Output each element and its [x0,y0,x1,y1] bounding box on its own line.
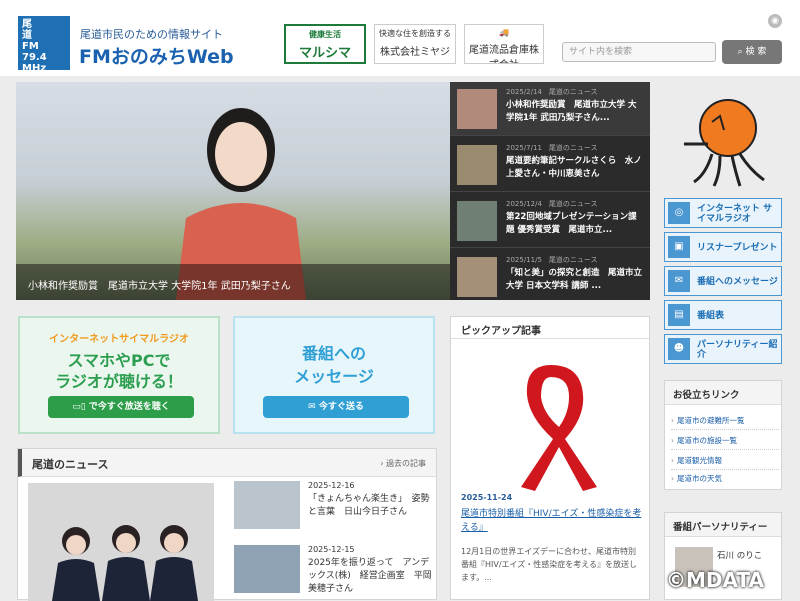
rss-icon[interactable]: ◉ [768,14,782,28]
news-date: 2025/11/5 尾道のニュース [506,256,598,264]
mascot-character [684,99,765,187]
schedule-icon: ▤ [668,304,690,326]
banner-main: 番組への メッセージ [294,344,374,386]
nav-personality[interactable]: ☻ パーソナリティー紹介 [664,334,782,364]
logo-line: 79.4 [22,52,47,63]
site-logo[interactable]: 尾 道 FM 79.4 MHz [18,16,70,74]
section-header: お役立ちリンク [665,381,781,405]
logo-line: 尾 [22,19,32,30]
site-title[interactable]: FMおのみちWeb [79,42,234,69]
news-main-photo[interactable] [28,483,214,601]
personality-name[interactable]: 石川 のりこ [717,549,762,561]
sponsor-banner-marushima[interactable]: 健康生活 マルシマ [284,24,366,64]
red-ribbon-image[interactable] [461,347,641,497]
banner-main: スマホやPCで ラジオが聴ける！ [55,351,183,391]
site-tagline: 尾道市民のための情報サイト [80,28,223,41]
news-thumbnail [234,545,300,593]
news-date: 2025-12-16 [308,481,355,490]
radio-icon: ◎ [668,202,690,224]
news-thumbnail [457,89,497,129]
news-thumbnail [457,201,497,241]
news-date: 2025-12-15 [308,545,355,554]
nav-label: 番組へのメッセージ [697,277,778,287]
useful-links-section: お役立ちリンク 尾道市の避難所一覧 尾道市の施設一覧 尾道観光情報 尾道市の天気 [664,380,782,490]
news-date: 2025/7/11 尾道のニュース [506,144,598,152]
pickup-date: 2025-11-24 [461,493,513,502]
send-now-button[interactable]: ✉ 今すぐ送る [263,396,409,418]
news-title: 小林和作奨励賞 尾道市立大学 大学院1年 武田乃梨子さん... [506,100,637,123]
search-button[interactable]: ⌕ 検 索 [722,40,782,64]
news-date: 2025/2/14 尾道のニュース [506,88,598,96]
news-thumbnail [234,481,300,529]
logo-line: FM [22,41,39,52]
useful-link[interactable]: 尾道市の天気 [671,469,779,488]
featured-news-item[interactable]: 2025/7/11 尾道のニュース 尾道要約筆記サークルさくら 水ノ上愛さん・中… [450,138,650,192]
sponsor-name: 尾道流品倉庫株式会社 [469,45,539,63]
nav-program-message[interactable]: ✉ 番組へのメッセージ [664,266,782,296]
sponsor-sub: 健康生活 [309,30,341,39]
people-icon: ☻ [668,338,690,360]
search-icon: ⌕ [737,47,746,57]
hero-caption[interactable]: 小林和作奨励賞 尾道市立大学 大学院1年 武田乃梨子さん [16,264,450,300]
featured-news-item[interactable]: 2025/12/4 尾道のニュース 第22回地域プレゼンテーション課題 優秀賞受… [450,194,650,248]
onomichi-news-section: 尾道のニュース › 過去の記事 2025-12-16 「きょんちゃん楽生き」 姿… [17,448,437,601]
useful-link[interactable]: 尾道市の施設一覧 [671,431,779,450]
section-header: 尾道のニュース › 過去の記事 [18,449,436,477]
section-title: ピックアップ記事 [461,326,541,337]
simul-radio-banner[interactable]: インターネットサイマルラジオ スマホやPCで ラジオが聴ける！ ▭▯ で今すぐ放送… [18,316,220,434]
nav-program-schedule[interactable]: ▤ 番組表 [664,300,782,330]
pc-icon: ▭▯ [72,402,89,412]
nav-label: 番組表 [697,311,725,321]
news-title: 「きょんちゃん楽生き」 姿勢と言葉 日山今日子さん [308,494,430,517]
logo-line: 道 [22,30,32,41]
truck-icon: 🚚 [499,28,509,37]
sponsor-banner-miyaji[interactable]: 快適な住を創造する 株式会社ミヤジ [374,24,456,64]
section-title: 番組パーソナリティー [673,522,768,533]
news-title: 2025年を振り返って アンデックス(株) 経営企画室 平岡美穂子さん [308,558,432,594]
sponsor-name: 株式会社ミヤジ [380,47,450,58]
nav-listener-present[interactable]: ▣ リスナープレゼント [664,232,782,262]
useful-link[interactable]: 尾道観光情報 [671,451,779,470]
mail-icon: ✉ [308,402,319,412]
archive-link[interactable]: › 過去の記事 [380,458,426,469]
section-title: 尾道のニュース [32,458,109,471]
featured-news-item[interactable]: 2025/2/14 尾道のニュース 小林和作奨励賞 尾道市立大学 大学院1年 武… [450,82,650,136]
useful-link[interactable]: 尾道市の避難所一覧 [671,411,779,430]
news-title: 「知と美」の探究と創造 尾道市立大学 日本文学科 講師 ... [506,268,642,291]
mail-icon: ✉ [668,270,690,292]
section-header: 番組パーソナリティー [665,513,781,537]
featured-news-item[interactable]: 2025/11/5 尾道のニュース 「知と美」の探究と創造 尾道市立大学 日本文… [450,250,650,304]
pickup-section: ピックアップ記事 2025-11-24 尾道市特別番組『HIV/エイズ・性感染症… [450,316,650,600]
sponsor-sub: 快適な住を創造する [379,29,451,38]
sponsor-name: マルシマ [298,46,351,61]
pickup-description: 12月1日の世界エイズデーに合わせ、尾道市特別番組『HIV/エイズ・性感染症を考… [461,547,638,582]
search-button-label: 検 索 [745,47,767,57]
section-title: お役立ちリンク [673,390,740,401]
nav-label: リスナープレゼント [697,243,778,253]
news-list-item[interactable]: 2025-12-15 2025年を振り返って アンデックス(株) 経営企画室 平… [232,545,432,595]
nav-simul-radio[interactable]: ◎ インターネット サイマルラジオ [664,198,782,228]
nav-label: インターネット サイマルラジオ [697,204,773,224]
gift-icon: ▣ [668,236,690,258]
news-thumbnail [457,145,497,185]
section-header: ピックアップ記事 [451,317,649,339]
news-title: 尾道要約筆記サークルさくら 水ノ上愛さん・中川恵美さん [506,156,642,179]
news-list-item[interactable]: 2025-12-16 「きょんちゃん楽生き」 姿勢と言葉 日山今日子さん [232,481,432,531]
featured-news-list: 2025/2/14 尾道のニュース 小林和作奨励賞 尾道市立大学 大学院1年 武… [450,82,650,300]
nav-label: パーソナリティー紹介 [697,340,778,360]
banner-top: インターネットサイマルラジオ [49,334,189,345]
listen-now-button[interactable]: ▭▯ で今すぐ放送を聴く [48,396,194,418]
news-date: 2025/12/4 尾道のニュース [506,200,598,208]
message-banner[interactable]: 番組への メッセージ ✉ 今すぐ送る [233,316,435,434]
news-title: 第22回地域プレゼンテーション課題 優秀賞受賞 尾道市立... [506,212,637,235]
news-thumbnail [457,257,497,297]
sponsor-banner-warehouse[interactable]: 🚚 尾道流品倉庫株式会社 [464,24,544,64]
search-input[interactable]: サイト内を検索 [562,42,716,62]
watermark: ©MDATA [666,568,764,592]
pickup-article-link[interactable]: 尾道市特別番組『HIV/エイズ・性感染症を考える』 [461,507,643,535]
logo-line: MHz [22,63,47,74]
